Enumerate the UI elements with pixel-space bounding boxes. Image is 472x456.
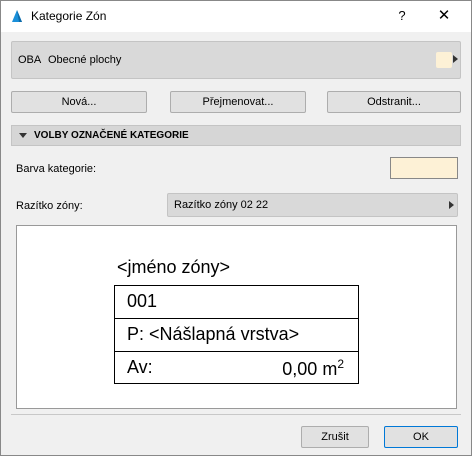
cancel-button[interactable]: Zrušit <box>301 426 369 448</box>
app-logo-icon <box>12 10 22 22</box>
preview-row-floor: P: <Nášlapná vrstva> <box>115 319 358 352</box>
stamp-preview: <jméno zóny> 001 P: <Nášlapná vrstva> Av… <box>16 225 457 409</box>
help-button[interactable]: ? <box>390 5 414 27</box>
section-header[interactable]: VOLBY OZNAČENÉ KATEGORIE <box>11 125 461 146</box>
footer-divider <box>11 414 461 415</box>
delete-button[interactable]: Odstranit... <box>327 91 461 113</box>
title-bar: Kategorie Zón ? ✕ <box>1 1 471 32</box>
stamp-dropdown[interactable]: Razítko zóny 02 22 <box>167 193 458 217</box>
preview-stamp-table: 001 P: <Nášlapná vrstva> Av: 0,00 m2 <box>114 285 359 384</box>
category-name: Obecné plochy <box>48 54 122 66</box>
category-selector[interactable]: OBA Obecné plochy <box>11 41 461 79</box>
new-button[interactable]: Nová... <box>11 91 147 113</box>
preview-floor: P: <Nášlapná vrstva> <box>127 324 300 344</box>
collapse-triangle-icon[interactable] <box>19 133 27 138</box>
preview-row-number: 001 <box>115 286 358 319</box>
stamp-dropdown-value: Razítko zóny 02 22 <box>174 199 269 211</box>
window-title: Kategorie Zón <box>31 9 107 23</box>
close-icon[interactable]: ✕ <box>429 5 459 27</box>
category-color-field[interactable] <box>390 157 458 179</box>
preview-zone-number: 001 <box>127 291 158 311</box>
preview-row-area: Av: 0,00 m2 <box>115 352 358 383</box>
category-code: OBA <box>18 54 42 66</box>
dialog-window: Kategorie Zón ? ✕ OBA Obecné plochy Nová… <box>0 0 472 456</box>
section-title: VOLBY OZNAČENÉ KATEGORIE <box>34 130 189 141</box>
stamp-label: Razítko zóny: <box>16 200 83 212</box>
category-color-swatch <box>436 52 452 68</box>
chevron-right-icon <box>449 201 454 209</box>
chevron-right-icon <box>453 55 458 63</box>
preview-zone-name: <jméno zóny> <box>117 257 231 277</box>
ok-button[interactable]: OK <box>384 426 458 448</box>
preview-area-value: 0,00 m2 <box>282 357 344 380</box>
rename-button[interactable]: Přejmenovat... <box>170 91 306 113</box>
preview-area-unit-exponent: 2 <box>337 357 344 371</box>
preview-area-label: Av: <box>127 357 153 377</box>
preview-area-number: 0,00 m <box>282 359 338 379</box>
color-label: Barva kategorie: <box>16 163 97 175</box>
